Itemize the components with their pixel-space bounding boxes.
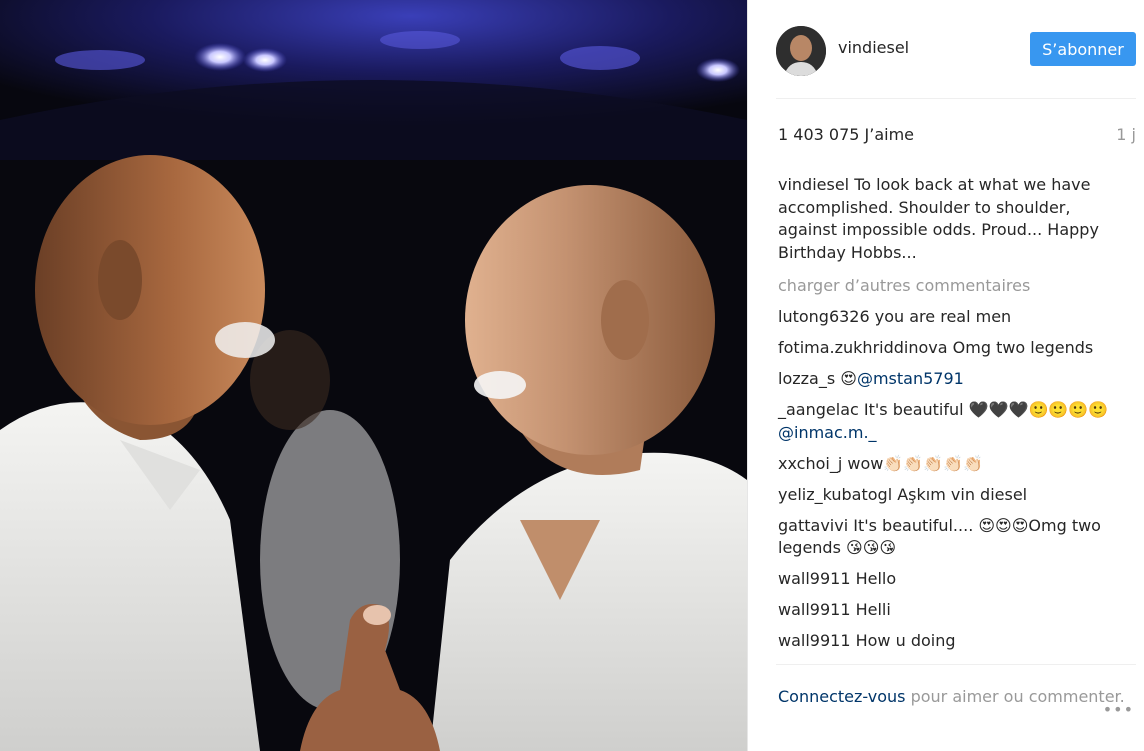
comment-text: Aşkım vin diesel [897,484,1028,504]
post-footer: Connectez-vous pour aimer ou commenter. … [778,686,1136,736]
comments-list: vindiesel To look back at what we have a… [778,174,1133,661]
header-divider [776,98,1136,99]
likes-count[interactable]: 1 403 075 J’aime [778,125,914,144]
comment-text: you are real men [874,307,1012,326]
comment: wall9911 How u doing [778,630,1133,653]
post-side-panel: vindiesel S’abonner 1 403 075 J’aime 1 j… [747,0,1144,751]
avatar-image [776,26,826,76]
comment: wall9911 Helli [778,599,1133,622]
comment-text: Omg two legends [952,338,1094,357]
comment-username[interactable]: _aangelac [778,400,859,419]
username-link[interactable]: vindiesel [838,38,909,57]
caption: vindiesel To look back at what we have a… [778,174,1133,264]
comment-username[interactable]: fotima.zukhriddinova [778,338,948,357]
comment-mention[interactable]: @inmac.m._ [778,423,877,442]
comment: xxchoi_j wow👏🏻👏🏻👏🏻👏🏻👏🏻 [778,453,1133,476]
comment-username[interactable]: wall9911 [778,631,851,650]
comment-username[interactable]: lutong6326 [778,307,870,326]
comment-text: Hello [855,569,897,588]
login-link[interactable]: Connectez-vous [778,687,905,706]
comment-username[interactable]: wall9911 [778,600,851,619]
comment: lozza_s 😍@mstan5791 [778,368,1133,391]
comment: gattavivi It's beautiful.... 😍😍😍Omg two … [778,515,1133,560]
comment-text: 😍 [840,369,857,388]
more-options-icon[interactable]: ••• [1103,699,1134,722]
photo-illustration [0,0,747,751]
instagram-post-view: vindiesel S’abonner 1 403 075 J’aime 1 j… [0,0,1144,751]
footer-divider [776,664,1136,665]
comment-username[interactable]: gattavivi [778,516,848,535]
post-age[interactable]: 1 j [1116,125,1136,144]
comment: fotima.zukhriddinova Omg two legends [778,337,1133,360]
login-prompt: pour aimer ou commenter. [910,687,1125,706]
post-header: vindiesel S’abonner [776,22,1136,78]
caption-username[interactable]: vindiesel [778,175,849,194]
comment-text: wow👏🏻👏🏻👏🏻👏🏻👏🏻 [847,453,983,473]
post-photo[interactable] [0,0,747,751]
comment-text: Helli [855,600,891,619]
likes-row: 1 403 075 J’aime 1 j [776,125,1136,149]
comment-text: It's beautiful 🖤🖤🖤🙂🙂🙂🙂 [863,400,1109,419]
comment-text: How u doing [855,631,956,650]
comment: wall9911 Hello [778,568,1133,591]
comment-username[interactable]: lozza_s [778,369,835,388]
avatar[interactable] [776,26,826,76]
follow-button[interactable]: S’abonner [1030,32,1136,66]
comment: yeliz_kubatogl Aşkım vin diesel [778,484,1133,507]
comment: _aangelac It's beautiful 🖤🖤🖤🙂🙂🙂🙂 @inmac.… [778,399,1133,444]
comment-username[interactable]: wall9911 [778,569,851,588]
load-more-comments[interactable]: charger d’autres commentaires [778,275,1133,298]
comment-username[interactable]: xxchoi_j [778,454,842,473]
comment-username[interactable]: yeliz_kubatogl [778,485,892,504]
comment-mention[interactable]: @mstan5791 [857,369,964,388]
comment: lutong6326 you are real men [778,306,1133,329]
